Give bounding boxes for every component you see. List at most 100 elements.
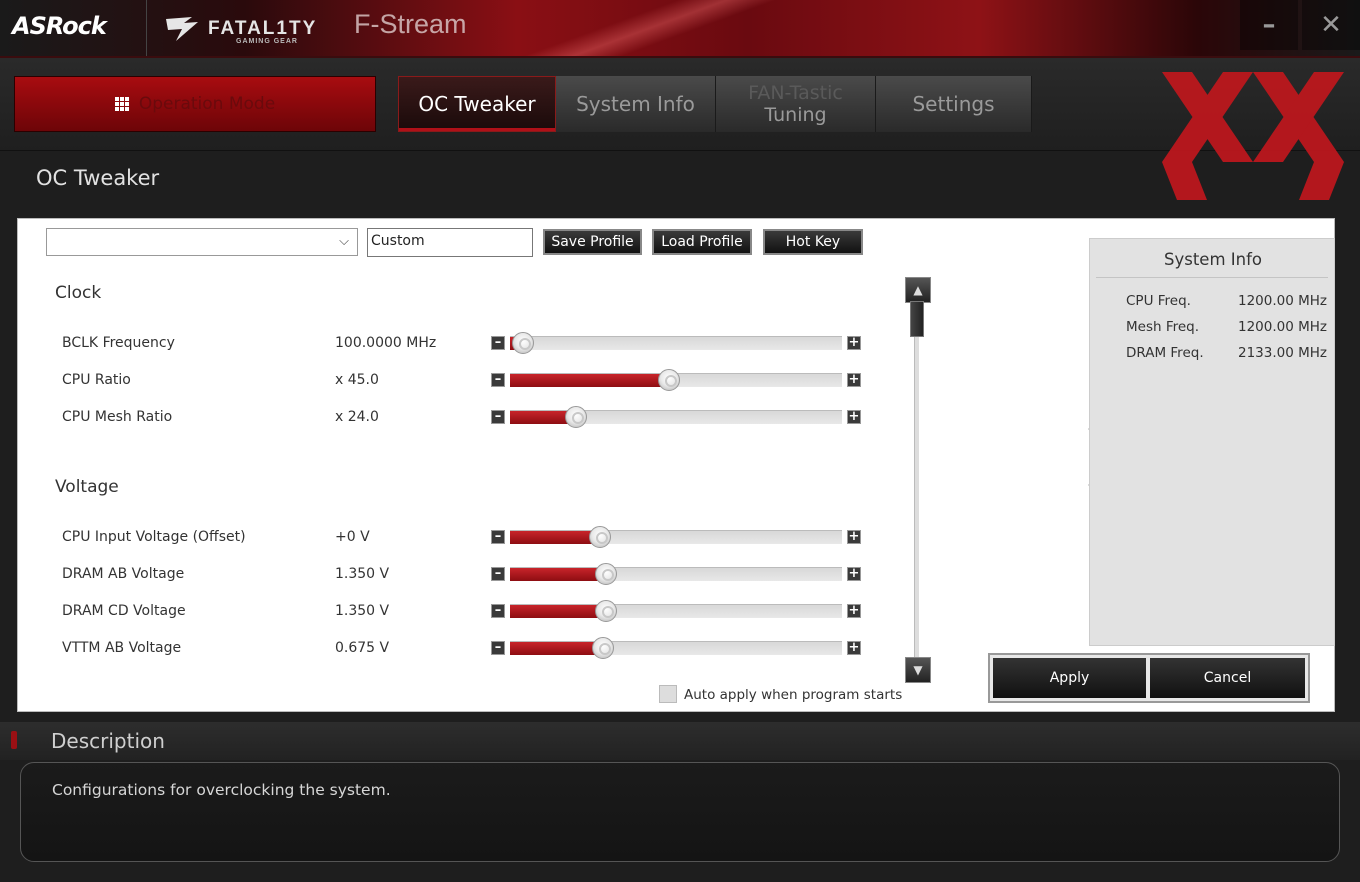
decrease-button[interactable]: – (491, 567, 505, 581)
settings-scrollbar[interactable]: ▲ ▼ (905, 277, 931, 683)
page-title: OC Tweaker (36, 166, 160, 190)
slider-thumb[interactable] (591, 637, 614, 659)
slider-thumb[interactable] (565, 406, 588, 428)
setting-label: BCLK Frequency (62, 335, 175, 351)
slider-track[interactable] (510, 369, 842, 391)
increase-button[interactable]: + (847, 567, 861, 581)
increase-button[interactable]: + (847, 410, 861, 424)
slider-track[interactable] (510, 563, 842, 585)
hot-key-button[interactable]: Hot Key (763, 229, 863, 255)
decrease-button[interactable]: – (491, 336, 505, 350)
setting-row-dram-cd-voltage: DRAM CD Voltage 1.350 V – + (18, 600, 878, 625)
setting-row-vttm-ab-voltage: VTTM AB Voltage 0.675 V – + (18, 637, 878, 662)
section-heading-voltage: Voltage (55, 477, 119, 497)
setting-label: VTTM AB Voltage (62, 640, 182, 656)
system-info-value: 1200.00 MHz (1238, 319, 1328, 335)
minimize-button[interactable]: – (1240, 0, 1298, 50)
scroll-down-button[interactable]: ▼ (905, 657, 931, 683)
description-header: Description (0, 722, 1360, 760)
slider-fill (510, 531, 600, 544)
apply-button[interactable]: Apply (993, 658, 1146, 698)
slider-fill (510, 568, 607, 581)
slider-thumb[interactable] (595, 600, 618, 622)
action-button-group: Apply Cancel (988, 653, 1310, 703)
scrollbar-thumb[interactable] (910, 301, 924, 337)
slider-fill (510, 642, 603, 655)
scroll-up-button[interactable]: ▲ (905, 277, 931, 303)
tab-tuning-label: Tuning (764, 104, 827, 126)
tab-system-info[interactable]: System Info (556, 76, 716, 132)
decrease-button[interactable]: – (491, 530, 505, 544)
setting-value: x 24.0 (335, 409, 379, 425)
increase-button[interactable]: + (847, 604, 861, 618)
setting-value: 1.350 V (335, 566, 390, 582)
increase-button[interactable]: + (847, 530, 861, 544)
slider-fill (510, 374, 670, 387)
fatality-logo: FATAL1TY GAMING GEAR (162, 12, 342, 46)
oc-tweaker-panel: ⌵ Custom Save Profile Load Profile Hot K… (17, 218, 1335, 712)
chevron-down-icon: ⌵ (339, 234, 349, 249)
setting-label: DRAM CD Voltage (62, 603, 186, 619)
increase-button[interactable]: + (847, 336, 861, 350)
system-info-key: Mesh Freq. (1126, 319, 1200, 335)
system-info-value: 2133.00 MHz (1238, 345, 1328, 361)
setting-row-dram-ab-voltage: DRAM AB Voltage 1.350 V – + (18, 563, 878, 588)
watermark-logo (1162, 72, 1344, 200)
setting-label: DRAM AB Voltage (62, 566, 185, 582)
title-bar-decoration (480, 0, 820, 56)
main-navigation: Operation Mode OC Tweaker System Info FA… (0, 58, 1360, 200)
description-box: Configurations for overclocking the syst… (20, 762, 1340, 862)
grid-menu-icon (114, 97, 129, 111)
slider-thumb[interactable] (595, 563, 618, 585)
setting-label: CPU Ratio (62, 372, 131, 388)
divider (1096, 277, 1328, 278)
slider-track[interactable] (510, 526, 842, 548)
slider-track[interactable] (510, 406, 842, 428)
section-heading-clock: Clock (55, 283, 102, 303)
slider-track[interactable] (510, 637, 842, 659)
slider-track[interactable] (510, 600, 842, 622)
setting-value: 0.675 V (335, 640, 390, 656)
slider-track[interactable] (510, 332, 842, 354)
setting-label: CPU Mesh Ratio (62, 409, 173, 425)
save-profile-button[interactable]: Save Profile (543, 229, 642, 255)
close-button[interactable]: ✕ (1302, 0, 1360, 50)
setting-value: +0 V (335, 529, 370, 545)
operation-mode-button[interactable]: Operation Mode (14, 76, 376, 132)
tab-settings[interactable]: Settings (876, 76, 1032, 132)
slider-thumb[interactable] (658, 369, 681, 391)
system-info-title: System Info (1163, 250, 1262, 269)
decrease-button[interactable]: – (491, 641, 505, 655)
auto-apply-label: Auto apply when program starts (684, 687, 903, 703)
profile-dropdown[interactable]: ⌵ (46, 228, 358, 256)
fatality-tagline: GAMING GEAR (236, 38, 298, 45)
cancel-button[interactable]: Cancel (1150, 658, 1305, 698)
description-indicator (11, 731, 17, 749)
slider-fill (510, 605, 607, 618)
auto-apply-checkbox[interactable] (659, 685, 677, 703)
title-bar: ASRock FATAL1TY GAMING GEAR F-Stream – ✕ (0, 0, 1360, 58)
slider-thumb[interactable] (512, 332, 535, 354)
profile-name-input[interactable]: Custom (367, 228, 533, 257)
decrease-button[interactable]: – (491, 604, 505, 618)
tab-fan-tastic-tuning[interactable]: FAN-Tastic Tuning (716, 76, 876, 132)
fatality-wordmark: FATAL1TY (208, 18, 318, 39)
system-info-value: 1200.00 MHz (1238, 293, 1328, 309)
setting-row-cpu-input-voltage: CPU Input Voltage (Offset) +0 V – + (18, 526, 878, 551)
load-profile-button[interactable]: Load Profile (652, 229, 752, 255)
description-title: Description (51, 729, 165, 753)
app-title: F-Stream (354, 9, 467, 39)
setting-row-cpu-ratio: CPU Ratio x 45.0 – + (18, 369, 878, 394)
increase-button[interactable]: + (847, 641, 861, 655)
tab-oc-tweaker[interactable]: OC Tweaker (398, 76, 556, 132)
increase-button[interactable]: + (847, 373, 861, 387)
system-info-panel: System Info CPU Freq. 1200.00 MHz Mesh F… (1089, 238, 1335, 646)
scrollbar-track[interactable] (914, 277, 919, 683)
title-divider (146, 0, 147, 56)
setting-label: CPU Input Voltage (Offset) (62, 529, 246, 545)
decrease-button[interactable]: – (491, 410, 505, 424)
system-info-key: CPU Freq. (1126, 293, 1191, 309)
system-info-key: DRAM Freq. (1126, 345, 1204, 361)
slider-thumb[interactable] (588, 526, 611, 548)
decrease-button[interactable]: – (491, 373, 505, 387)
